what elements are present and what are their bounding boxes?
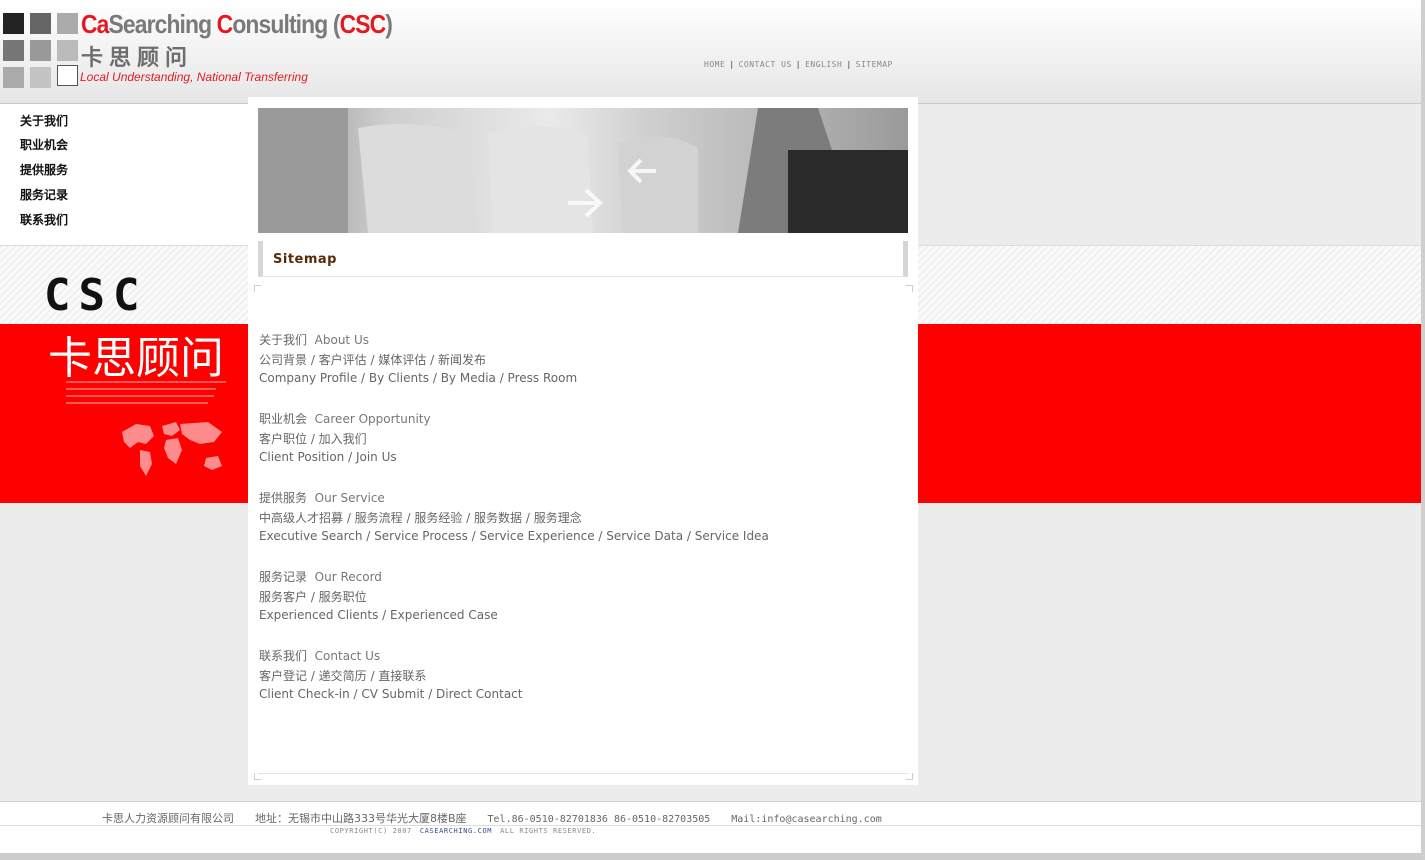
- world-map-icon: [122, 422, 222, 476]
- sitemap-links-contact-cn[interactable]: 客户登记 / 递交简历 / 直接联系: [259, 667, 426, 684]
- sitemap-section-about[interactable]: 关于我们 About Us: [259, 331, 369, 348]
- sitemap-links-contact-en[interactable]: Client Check-in / CV Submit / Direct Con…: [259, 687, 522, 701]
- logo-cn-name: 卡思顾问: [81, 46, 194, 71]
- sitemap-section-record[interactable]: 服务记录 Our Record: [259, 568, 382, 585]
- left-nav-item-contact[interactable]: 联系我们: [20, 211, 68, 228]
- decorative-line: [66, 402, 208, 404]
- sitemap-links-service-en[interactable]: Executive Search / Service Process / Ser…: [259, 529, 769, 543]
- footer-company: 卡思人力资源顾问有限公司: [102, 812, 234, 825]
- sitemap-links-about-cn[interactable]: 公司背景 / 客户评估 / 媒体评估 / 新闻发布: [259, 351, 486, 368]
- sitemap-links-about-en[interactable]: Company Profile / By Clients / By Media …: [259, 371, 577, 385]
- sitemap-section-contact[interactable]: 联系我们 Contact Us: [259, 647, 380, 664]
- top-nav: HOME | CONTACT US | ENGLISH | SITEMAP: [704, 60, 893, 69]
- top-nav-english[interactable]: ENGLISH: [805, 60, 842, 69]
- decorative-line: [66, 395, 214, 397]
- sitemap-links-record-cn[interactable]: 服务客户 / 服务职位: [259, 588, 367, 605]
- left-nav-item-service[interactable]: 提供服务: [20, 161, 68, 178]
- footer-site-link[interactable]: CASEARCHING.COM: [420, 827, 492, 835]
- brand-cn-text: 卡思顾问: [48, 333, 224, 384]
- sitemap-links-service-cn[interactable]: 中高级人才招募 / 服务流程 / 服务经验 / 服务数据 / 服务理念: [259, 509, 582, 526]
- top-nav-home[interactable]: HOME: [704, 60, 725, 69]
- window-edge: [1421, 0, 1425, 860]
- csc-brand-text: CSC: [44, 270, 148, 321]
- copyright: COPYRIGHT(C) 2007 CASEARCHING.COM ALL RIGH…: [330, 827, 597, 835]
- sitemap-links-record-en[interactable]: Experienced Clients / Experienced Case: [259, 608, 498, 622]
- logo-tagline: Local Understanding, National Transferri…: [80, 70, 308, 84]
- corner-mark: [254, 773, 261, 780]
- sitemap-links-career-en[interactable]: Client Position / Join Us: [259, 450, 397, 464]
- left-nav-item-record[interactable]: 服务记录: [20, 186, 68, 203]
- footer-address: 地址：无锡市中山路333号华光大厦8楼B座: [254, 812, 467, 825]
- footer-mail[interactable]: Mail:info@casearching.com: [731, 814, 882, 825]
- top-nav-contact[interactable]: CONTACT US: [739, 60, 792, 69]
- logo-squares-icon: [3, 13, 81, 89]
- page-title-bar: [258, 241, 908, 277]
- footer: [0, 801, 1425, 854]
- left-nav-item-about[interactable]: 关于我们: [20, 112, 68, 129]
- left-nav-item-career[interactable]: 职业机会: [20, 136, 68, 153]
- footer-tel: Tel.86-0510-82701836 86-0510-82703505: [487, 814, 711, 825]
- sitemap-section-service[interactable]: 提供服务 Our Service: [259, 489, 385, 506]
- corner-mark: [906, 285, 913, 292]
- sitemap-section-career[interactable]: 职业机会 Career Opportunity: [259, 410, 431, 427]
- decorative-line: [66, 381, 226, 383]
- bottom-bar: [0, 853, 1425, 860]
- corner-mark: [906, 773, 913, 780]
- panel-divider: [258, 773, 908, 774]
- top-nav-sitemap[interactable]: SITEMAP: [856, 60, 893, 69]
- corner-mark: [254, 285, 261, 292]
- decorative-line: [66, 388, 216, 390]
- banner-photo-icon: [258, 108, 908, 233]
- logo-wordmark[interactable]: CaSearching Consulting (CSC): [81, 9, 393, 40]
- page-title: Sitemap: [273, 252, 337, 267]
- footer-info: 卡思人力资源顾问有限公司 地址：无锡市中山路333号华光大厦8楼B座 Tel.8…: [102, 810, 882, 826]
- banner-image: [258, 108, 908, 233]
- sitemap-links-career-cn[interactable]: 客户职位 / 加入我们: [259, 430, 367, 447]
